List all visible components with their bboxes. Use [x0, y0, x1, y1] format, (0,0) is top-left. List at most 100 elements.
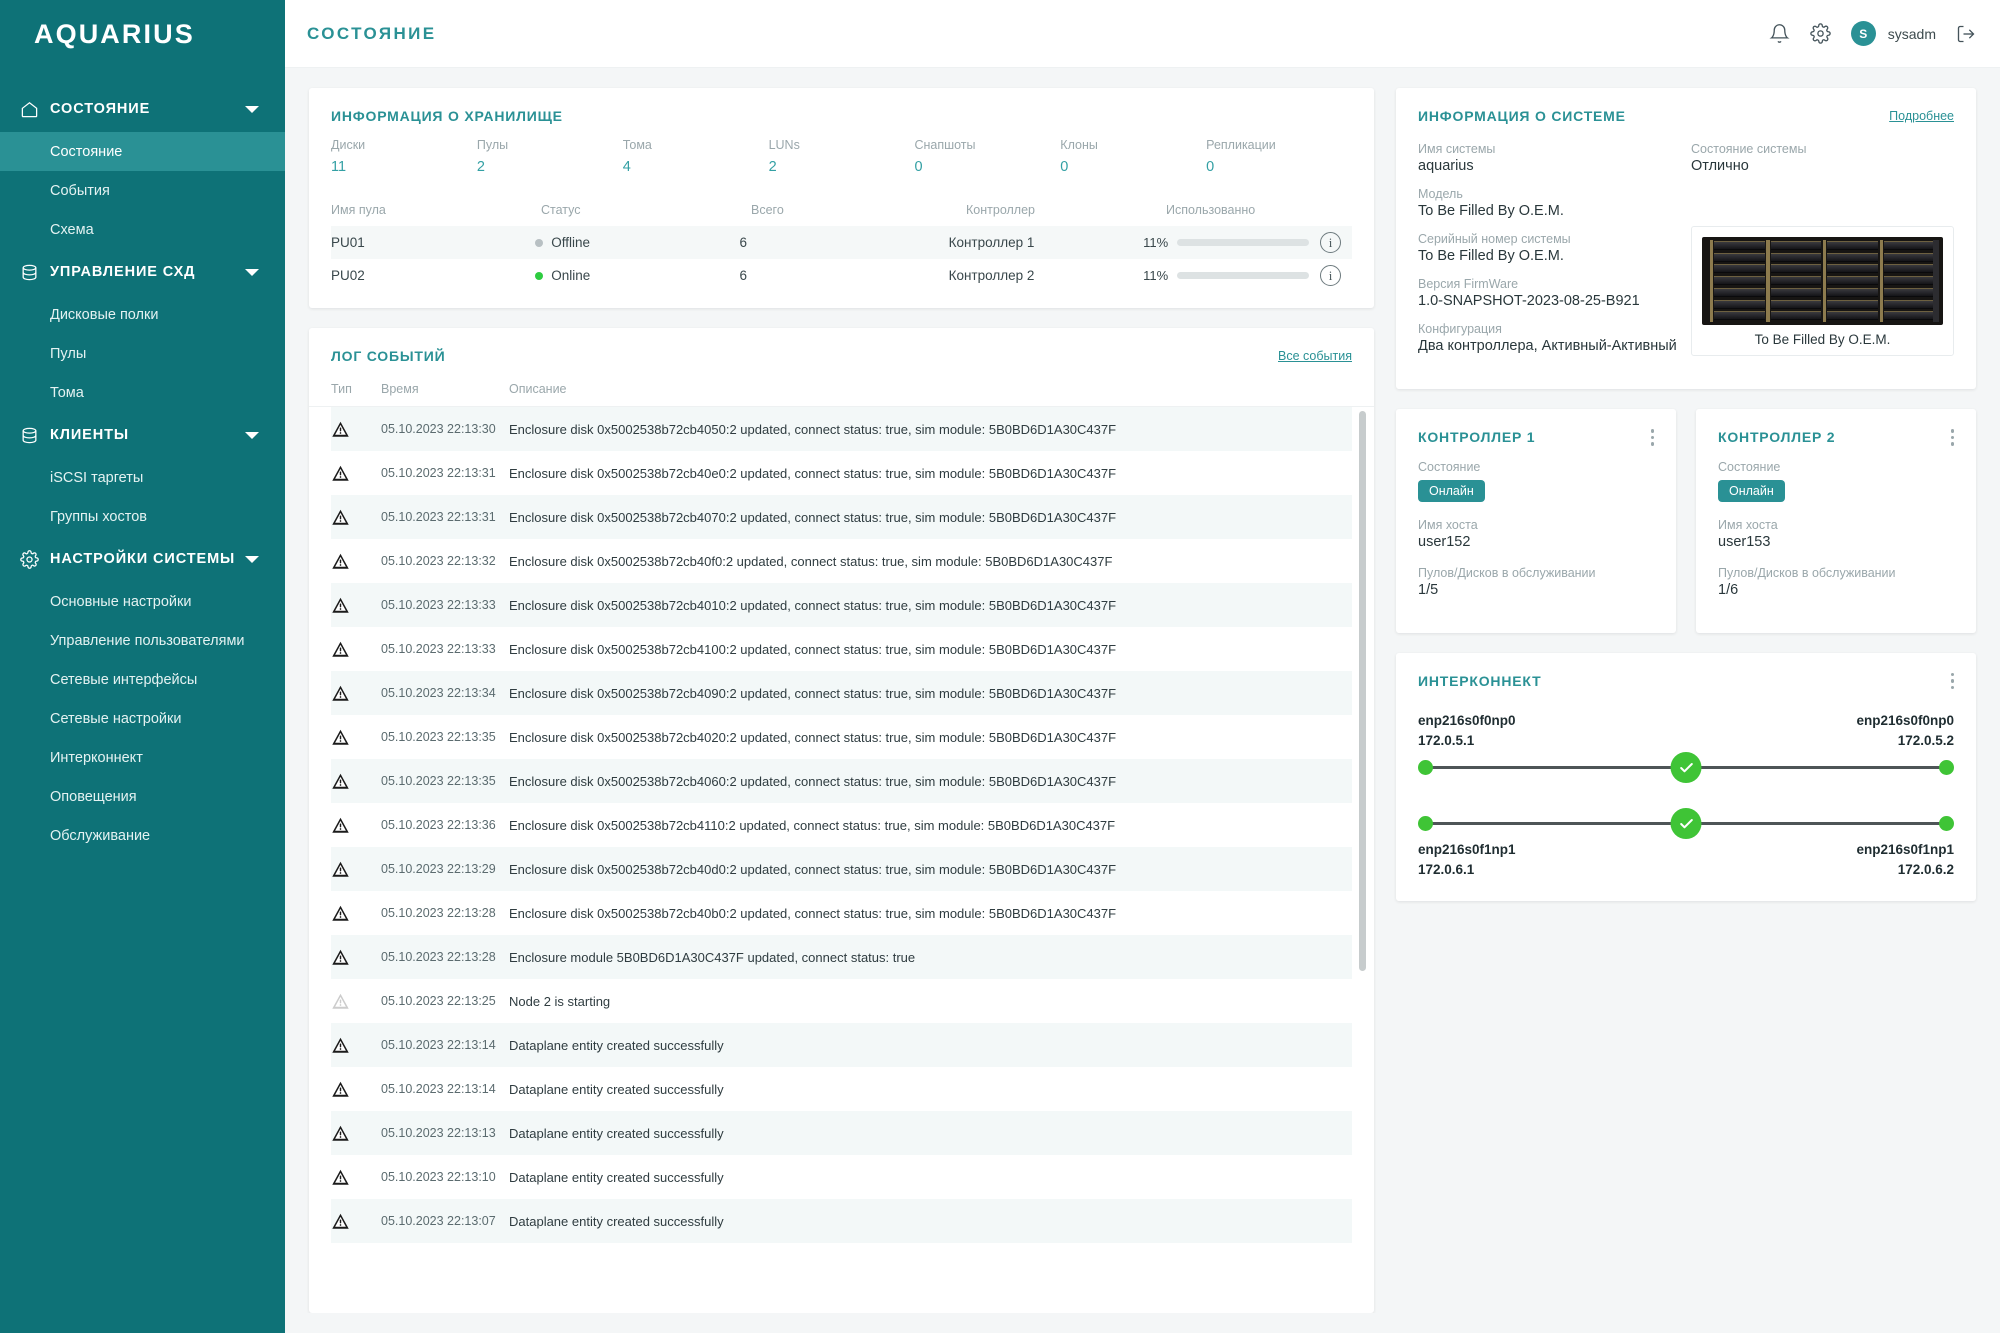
- event-row[interactable]: 05.10.2023 22:13:36 Enclosure disk 0x5002…: [331, 803, 1352, 847]
- event-row[interactable]: 05.10.2023 22:13:29 Enclosure disk 0x5002…: [331, 847, 1352, 891]
- field-value: Два контроллера, Активный-Активный: [1418, 338, 1677, 354]
- event-row[interactable]: 05.10.2023 22:13:25 Node 2 is starting: [331, 979, 1352, 1023]
- sidebar-item-пулы[interactable]: Пулы: [0, 334, 285, 373]
- kebab-menu-icon[interactable]: [1950, 672, 1954, 689]
- stat-label: Диски: [331, 138, 366, 152]
- pool-total: 6: [739, 235, 748, 250]
- database-icon: [16, 426, 42, 445]
- controller-card-2: КОНТРОЛЛЕР 2 Состояние Онлайн Имя хоста user…: [1696, 409, 1976, 633]
- info-icon[interactable]: i: [1320, 265, 1342, 286]
- info-icon[interactable]: i: [1320, 232, 1342, 253]
- sidebar-item-обслуживание[interactable]: Обслуживание: [0, 816, 285, 855]
- pool-row[interactable]: PU01 Offline 6 Контроллер 1 11% i: [331, 226, 1352, 259]
- interconnect-body: enp216s0f0np0 172.0.5.1 enp216s0f0np0 172.0…: [1396, 703, 1976, 901]
- system-field: Версия FirmWare 1.0-SNAPSHOT-2023-08-25-B…: [1418, 277, 1681, 309]
- system-info-body: Имя системы aquarius Модель To Be Filled By…: [1396, 138, 1976, 389]
- event-row[interactable]: 05.10.2023 22:13:34 Enclosure disk 0x5002…: [331, 671, 1352, 715]
- field-label: Модель: [1418, 187, 1463, 201]
- event-description: Enclosure disk 0x5002538b72cb4020:2 upda…: [509, 729, 1117, 745]
- event-row[interactable]: 05.10.2023 22:13:28 Enclosure module 5B0B…: [331, 935, 1352, 979]
- col-pool-name: Имя пула: [331, 202, 386, 217]
- pool-name: PU02: [331, 268, 365, 283]
- event-severity-icon: [331, 772, 381, 791]
- pool-status: Offline: [535, 235, 739, 250]
- system-details-link[interactable]: Подробнее: [1889, 109, 1954, 123]
- event-row[interactable]: 05.10.2023 22:13:33 Enclosure disk 0x5002…: [331, 583, 1352, 627]
- interconnect-left-endpoint: enp216s0f0np0 172.0.5.1: [1418, 711, 1516, 750]
- logout-icon[interactable]: [1956, 24, 1976, 44]
- sidebar-item-сетевые-настройки[interactable]: Сетевые настройки: [0, 699, 285, 738]
- event-description: Dataplane entity created successfully: [509, 1125, 724, 1141]
- chevron-down-icon[interactable]: [245, 268, 259, 276]
- event-row[interactable]: 05.10.2023 22:13:28 Enclosure disk 0x5002…: [331, 891, 1352, 935]
- kebab-menu-icon[interactable]: [1650, 429, 1654, 446]
- event-row[interactable]: 05.10.2023 22:13:14 Dataplane entity crea…: [331, 1067, 1352, 1111]
- sidebar-group-2[interactable]: УПРАВЛЕНИЕ СХД: [0, 249, 285, 295]
- brand-logo[interactable]: AQUARIUS: [0, 0, 285, 68]
- pool-row[interactable]: PU02 Online 6 Контроллер 2 11% i: [331, 259, 1352, 292]
- sidebar-item-события[interactable]: События: [0, 171, 285, 210]
- event-row[interactable]: 05.10.2023 22:13:33 Enclosure disk 0x5002…: [331, 627, 1352, 671]
- pool-used: 11%: [1143, 268, 1310, 283]
- event-row[interactable]: 05.10.2023 22:13:31 Enclosure disk 0x5002…: [331, 451, 1352, 495]
- stat-value: 2: [476, 159, 485, 175]
- event-log-scrollbar[interactable]: [1359, 411, 1366, 1303]
- storage-stat-3: Тома 4: [623, 138, 769, 175]
- event-row[interactable]: 05.10.2023 22:13:35 Enclosure disk 0x5002…: [331, 759, 1352, 803]
- event-severity-icon: [331, 464, 381, 483]
- event-row[interactable]: 05.10.2023 22:13:10 Dataplane entity crea…: [331, 1155, 1352, 1199]
- system-field: Серийный номер системы To Be Filled By O.…: [1418, 232, 1681, 264]
- sidebar-group-1[interactable]: СОСТОЯНИЕ: [0, 86, 285, 132]
- sidebar-item-label: Схема: [50, 221, 94, 238]
- pool-used: 11%: [1143, 235, 1310, 250]
- event-log-body: 05.10.2023 22:13:30 Enclosure disk 0x5002…: [309, 407, 1374, 1313]
- sidebar-group-label: СОСТОЯНИЕ: [50, 101, 151, 117]
- sidebar-group-4[interactable]: НАСТРОЙКИ СИСТЕМЫ: [0, 536, 285, 582]
- sidebar-item-iscsi-таргеты[interactable]: iSCSI таргеты: [0, 458, 285, 497]
- link-endpoint-right-icon: [1939, 816, 1954, 832]
- chevron-down-icon[interactable]: [245, 105, 259, 113]
- avatar[interactable]: S: [1850, 21, 1876, 46]
- interconnect-card: ИНТЕРКОННЕКТ enp216s0f0np0 172.0.5.1 enp21…: [1396, 652, 1976, 902]
- event-row[interactable]: 05.10.2023 22:13:30 Enclosure disk 0x5002…: [331, 407, 1352, 451]
- storage-stat-5: Снапшоты 0: [914, 138, 1060, 175]
- all-events-link[interactable]: Все события: [1278, 349, 1352, 363]
- field-value: aquarius: [1418, 158, 1474, 174]
- event-row[interactable]: 05.10.2023 22:13:13 Dataplane entity crea…: [331, 1111, 1352, 1155]
- event-description: Enclosure disk 0x5002538b72cb40b0:2 upda…: [509, 905, 1117, 921]
- system-fields-left: Имя системы aquarius Модель To Be Filled By…: [1418, 142, 1681, 367]
- chevron-down-icon[interactable]: [245, 555, 259, 563]
- event-description: Enclosure disk 0x5002538b72cb4110:2 upda…: [509, 817, 1116, 833]
- sidebar-item-состояние[interactable]: Состояние: [0, 132, 285, 171]
- kebab-menu-icon[interactable]: [1950, 429, 1954, 446]
- controller-header: КОНТРОЛЛЕР 2: [1696, 409, 1976, 460]
- sidebar-item-label: Оповещения: [50, 788, 137, 805]
- sidebar-item-управление-пользователями[interactable]: Управление пользователями: [0, 621, 285, 660]
- gear-icon[interactable]: [1810, 23, 1831, 44]
- sidebar-item-сетевые-интерфейсы[interactable]: Сетевые интерфейсы: [0, 660, 285, 699]
- sidebar-item-интерконнект[interactable]: Интерконнект: [0, 738, 285, 777]
- event-row[interactable]: 05.10.2023 22:13:14 Dataplane entity crea…: [331, 1023, 1352, 1067]
- sidebar-item-дисковые-полки[interactable]: Дисковые полки: [0, 295, 285, 334]
- storage-info-header: ИНФОРМАЦИЯ О ХРАНИЛИЩЕ: [309, 88, 1374, 138]
- event-time: 05.10.2023 22:13:31: [381, 510, 496, 524]
- chevron-down-icon[interactable]: [245, 431, 259, 439]
- scrollbar-thumb[interactable]: [1359, 411, 1366, 971]
- event-row[interactable]: 05.10.2023 22:13:35 Enclosure disk 0x5002…: [331, 715, 1352, 759]
- sidebar-group-3[interactable]: КЛИЕНТЫ: [0, 412, 285, 458]
- event-row[interactable]: 05.10.2023 22:13:07 Dataplane entity crea…: [331, 1199, 1352, 1243]
- storage-stat-4: LUNs 2: [769, 138, 915, 175]
- event-row[interactable]: 05.10.2023 22:13:31 Enclosure disk 0x5002…: [331, 495, 1352, 539]
- topbar: СОСТОЯНИЕ S sysadm: [285, 0, 2000, 68]
- sidebar-item-оповещения[interactable]: Оповещения: [0, 777, 285, 816]
- sidebar-item-тома[interactable]: Тома: [0, 373, 285, 412]
- gear-icon: [16, 549, 42, 569]
- stat-label: Репликации: [1206, 138, 1276, 152]
- sidebar-item-схема[interactable]: Схема: [0, 210, 285, 249]
- event-row[interactable]: 05.10.2023 22:13:32 Enclosure disk 0x5002…: [331, 539, 1352, 583]
- state-label: Состояние: [1718, 459, 1781, 474]
- event-description: Enclosure disk 0x5002538b72cb40f0:2 upda…: [509, 553, 1113, 569]
- sidebar-item-основные-настройки[interactable]: Основные настройки: [0, 582, 285, 621]
- sidebar-item-группы-хостов[interactable]: Группы хостов: [0, 497, 285, 536]
- bell-icon[interactable]: [1769, 23, 1790, 44]
